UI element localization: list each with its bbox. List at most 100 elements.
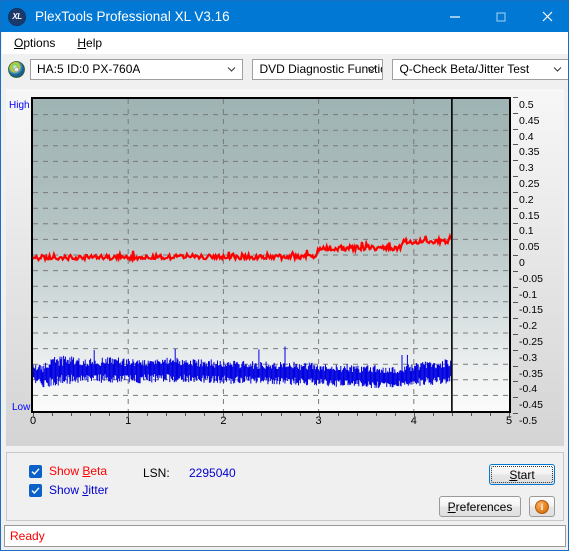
start-button[interactable]: Start bbox=[489, 464, 555, 485]
y-tick-label: -0.3 bbox=[519, 351, 538, 364]
y-tick-mark bbox=[513, 144, 518, 146]
x-tick-mark bbox=[33, 413, 34, 418]
y-tick-label: 0.15 bbox=[519, 209, 540, 222]
x-tick-mark bbox=[356, 413, 358, 416]
drive-select[interactable]: HA:5 ID:0 PX-760A bbox=[30, 58, 244, 80]
preferences-button-label: Preferences bbox=[447, 499, 513, 514]
menu-bar: Options Help bbox=[2, 32, 568, 55]
y-tick-mark bbox=[513, 413, 518, 414]
menu-item-options[interactable]: Options bbox=[4, 34, 65, 52]
x-tick-mark bbox=[451, 413, 453, 416]
y-tick-mark bbox=[513, 365, 518, 367]
x-tick-mark bbox=[509, 413, 510, 418]
test-select[interactable]: Q-Check Beta/Jitter Test bbox=[392, 58, 568, 80]
chevron-down-icon bbox=[368, 67, 376, 72]
y-tick-label: 0.35 bbox=[519, 146, 540, 159]
x-tick-mark bbox=[318, 413, 320, 418]
y-tick-label: -0.35 bbox=[519, 367, 543, 380]
y-axis-labels: 0.5 0.45 0.4 0.35 0.3 0.25 0.2 0.15 0.1 0.05 0 -0.0… bbox=[513, 97, 559, 427]
maximize-icon[interactable] bbox=[478, 1, 524, 32]
app-icon: XL bbox=[8, 7, 26, 26]
drive-select-value: HA:5 ID:0 PX-760A bbox=[37, 62, 141, 76]
y-tick-label: 0.4 bbox=[519, 130, 534, 143]
y-tick-mark bbox=[513, 381, 518, 383]
menu-item-help[interactable]: Help bbox=[67, 34, 112, 52]
compact-disc-icon bbox=[8, 60, 25, 78]
x-tick-mark bbox=[147, 413, 149, 416]
y-tick-label: 0 bbox=[519, 257, 525, 269]
beta-jitter-plot bbox=[31, 97, 511, 413]
axis-label-high: High bbox=[9, 100, 30, 111]
minimize-icon[interactable] bbox=[432, 1, 478, 32]
y-tick-label: -0.2 bbox=[519, 320, 538, 333]
show-jitter-checkbox-row[interactable]: Show Jitter bbox=[29, 483, 108, 497]
x-tick-mark bbox=[204, 413, 206, 416]
x-axis-labels: 012345 bbox=[30, 415, 512, 431]
test-select-value: Q-Check Beta/Jitter Test bbox=[399, 62, 530, 76]
lsn-value: 2295040 bbox=[189, 466, 236, 480]
y-tick-label: -0.45 bbox=[519, 399, 543, 412]
y-tick-label: 0.2 bbox=[519, 193, 534, 206]
chart-panel: High Low 0.5 0.45 0.4 0.35 0.3 0.25 0.2 0.15 0.1… bbox=[6, 89, 564, 446]
info-button[interactable]: i bbox=[529, 496, 555, 517]
x-tick-mark bbox=[166, 413, 168, 416]
x-tick-mark bbox=[52, 413, 54, 416]
focus-ring bbox=[491, 466, 553, 483]
y-tick-mark bbox=[513, 334, 518, 335]
y-tick-mark bbox=[513, 223, 518, 225]
y-tick-mark bbox=[513, 176, 518, 177]
y-tick-mark bbox=[513, 302, 518, 304]
check-icon bbox=[31, 486, 40, 494]
x-tick-mark bbox=[71, 413, 73, 416]
y-tick-label: 0.5 bbox=[519, 99, 534, 111]
x-tick-mark bbox=[242, 413, 244, 416]
y-tick-label: -0.05 bbox=[519, 272, 543, 285]
x-tick-mark bbox=[185, 413, 187, 416]
y-tick-mark bbox=[513, 397, 518, 399]
y-tick-mark bbox=[513, 112, 518, 114]
function-select-value: DVD Diagnostic Functions bbox=[259, 62, 382, 76]
show-beta-checkbox[interactable] bbox=[29, 464, 42, 478]
y-tick-mark bbox=[513, 270, 518, 272]
plextools-window: XL PlexTools Professional XL V3.16 Optio… bbox=[0, 0, 569, 551]
y-tick-label: -0.15 bbox=[519, 304, 543, 317]
show-beta-label: Show Beta bbox=[49, 464, 108, 478]
window-controls bbox=[432, 1, 568, 32]
y-tick-label: -0.25 bbox=[519, 336, 543, 348]
x-tick-mark bbox=[337, 413, 339, 416]
title-bar: XL PlexTools Professional XL V3.16 bbox=[1, 1, 568, 32]
function-select[interactable]: DVD Diagnostic Functions bbox=[252, 58, 384, 80]
x-tick-mark bbox=[109, 413, 111, 416]
info-icon: i bbox=[535, 499, 549, 514]
x-tick-mark bbox=[394, 413, 396, 416]
y-tick-label: -0.5 bbox=[519, 415, 538, 427]
y-tick-mark bbox=[513, 286, 518, 288]
preferences-button[interactable]: Preferences bbox=[439, 496, 521, 517]
plot-canvas bbox=[33, 99, 509, 411]
close-icon[interactable] bbox=[524, 1, 568, 32]
x-tick-mark bbox=[413, 413, 415, 418]
x-tick-mark bbox=[375, 413, 377, 416]
x-tick-mark bbox=[261, 413, 263, 416]
x-tick-mark bbox=[432, 413, 434, 416]
y-tick-mark bbox=[513, 160, 518, 162]
y-tick-label: -0.4 bbox=[519, 383, 538, 396]
show-jitter-label: Show Jitter bbox=[49, 483, 109, 497]
y-tick-mark bbox=[513, 128, 518, 130]
x-tick-mark bbox=[128, 413, 130, 418]
x-tick-mark bbox=[489, 413, 491, 416]
show-beta-checkbox-row[interactable]: Show Beta bbox=[29, 464, 107, 478]
x-tick-mark bbox=[299, 413, 301, 416]
show-jitter-checkbox[interactable] bbox=[29, 483, 42, 497]
y-tick-mark bbox=[513, 255, 518, 256]
y-tick-mark bbox=[513, 207, 518, 209]
controls-panel: Show Beta Show Jitter LSN: 2295040 Start… bbox=[6, 452, 564, 521]
axis-label-low: Low bbox=[12, 402, 31, 413]
chevron-down-icon bbox=[553, 67, 562, 72]
window-title: PlexTools Professional XL V3.16 bbox=[35, 9, 230, 24]
status-bar: Ready bbox=[4, 525, 566, 547]
status-text: Ready bbox=[10, 529, 45, 543]
y-tick-label: 0.25 bbox=[519, 178, 540, 190]
y-tick-mark bbox=[513, 318, 518, 320]
y-tick-label: 0.3 bbox=[519, 162, 534, 175]
